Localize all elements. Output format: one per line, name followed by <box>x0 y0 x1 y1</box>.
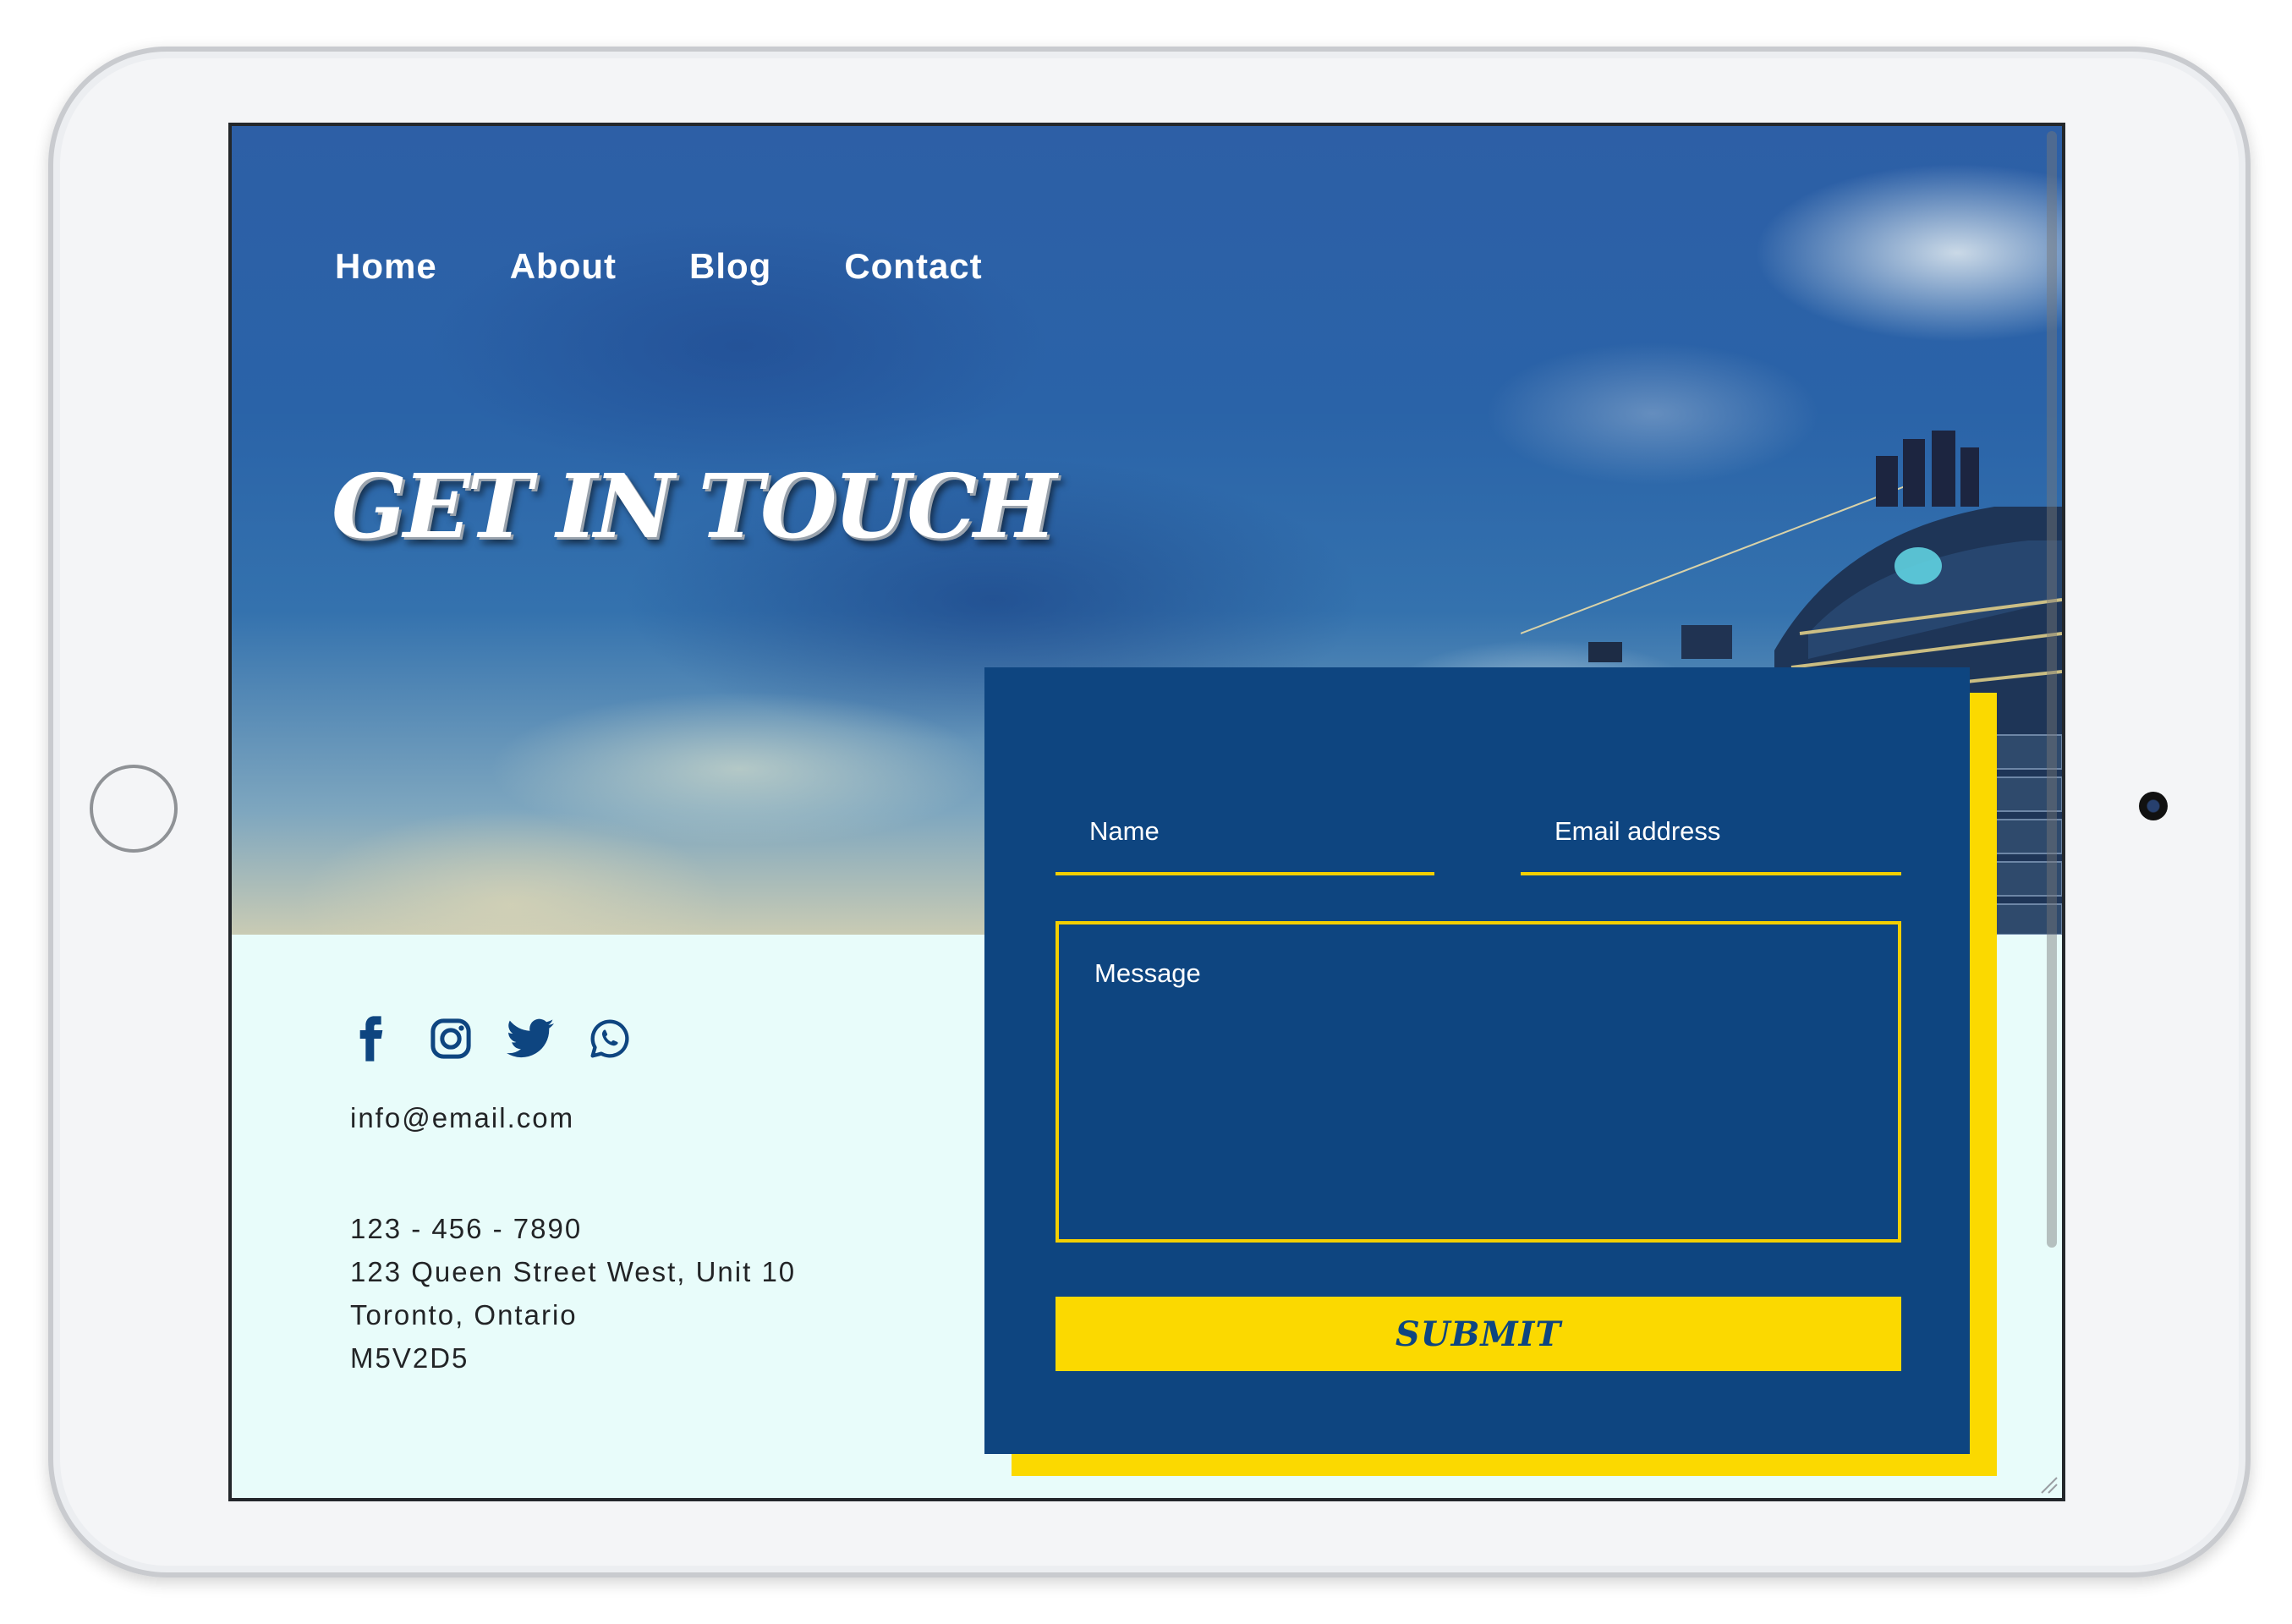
email-field-label: Email address <box>1555 816 1721 846</box>
twitter-icon[interactable] <box>506 1014 555 1063</box>
nav-blog[interactable]: Blog <box>689 241 771 292</box>
contact-email[interactable]: info@email.com <box>350 1097 796 1139</box>
message-field-label: Message <box>1094 958 1201 988</box>
message-field[interactable]: Message <box>1056 921 1901 1243</box>
page-title: GET IN TOUCH <box>332 454 1056 558</box>
contact-info: info@email.com 123 - 456 - 7890 123 Quee… <box>350 1014 796 1380</box>
browser-viewport: Home About Blog Contact GET IN TOUCH inf… <box>228 123 2065 1501</box>
address-city: Toronto, Ontario <box>350 1299 578 1330</box>
nav-home[interactable]: Home <box>335 241 437 292</box>
instagram-icon[interactable] <box>426 1014 475 1063</box>
contact-form: Name Email address Message SUBMIT <box>984 667 1970 1454</box>
nav-contact[interactable]: Contact <box>844 241 982 292</box>
contact-phone: 123 - 456 - 7890 <box>350 1213 583 1244</box>
resize-grip-icon[interactable] <box>2037 1473 2059 1495</box>
home-button[interactable] <box>90 765 178 853</box>
address-postal: M5V2D5 <box>350 1342 469 1374</box>
main-nav: Home About Blog Contact <box>335 241 1056 292</box>
nav-about[interactable]: About <box>510 241 617 292</box>
whatsapp-icon[interactable] <box>585 1014 634 1063</box>
facebook-icon[interactable] <box>347 1014 396 1063</box>
email-field[interactable]: Email address <box>1521 782 1901 875</box>
name-field-label: Name <box>1089 816 1160 846</box>
social-links <box>347 1014 796 1063</box>
submit-button[interactable]: SUBMIT <box>1056 1297 1901 1371</box>
scrollbar[interactable] <box>2047 131 2057 1248</box>
address-street: 123 Queen Street West, Unit 10 <box>350 1256 797 1287</box>
name-field[interactable]: Name <box>1056 782 1434 875</box>
camera-icon <box>2139 792 2168 820</box>
contact-address: 123 - 456 - 7890 123 Queen Street West, … <box>350 1207 796 1380</box>
